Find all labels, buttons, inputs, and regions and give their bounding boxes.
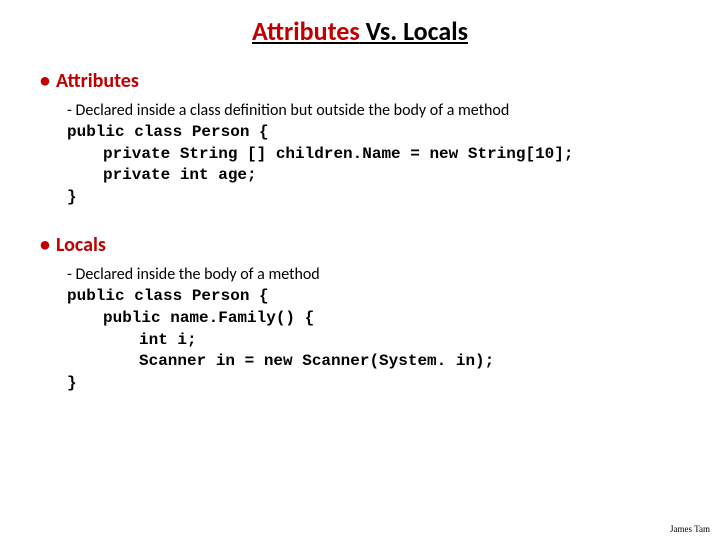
section-header-text: Locals bbox=[56, 233, 106, 257]
code-line: } bbox=[67, 187, 685, 209]
title-red-part: Attributes bbox=[252, 15, 360, 47]
code-block-attributes: public class Person { private String [] … bbox=[67, 122, 685, 208]
section-header-text: Attributes bbox=[56, 69, 139, 93]
bullet-icon: • bbox=[40, 233, 56, 257]
code-line: private int age; bbox=[67, 165, 685, 187]
code-line: } bbox=[67, 373, 685, 395]
code-block-locals: public class Person { public name.Family… bbox=[67, 286, 685, 394]
section-description: - Declared inside a class definition but… bbox=[67, 101, 685, 120]
bullet-icon: • bbox=[40, 69, 56, 93]
code-line: private String [] children.Name = new St… bbox=[67, 144, 685, 166]
section-locals: •Locals - Declared inside the body of a … bbox=[35, 233, 685, 394]
slide-title: Attributes Vs. Locals bbox=[35, 15, 685, 47]
section-attributes: •Attributes - Declared inside a class de… bbox=[35, 69, 685, 208]
section-header-attributes: •Attributes bbox=[40, 69, 685, 93]
code-line: public class Person { bbox=[67, 286, 685, 308]
code-line: int i; bbox=[67, 330, 685, 352]
code-line: public class Person { bbox=[67, 122, 685, 144]
section-header-locals: •Locals bbox=[40, 233, 685, 257]
code-line: Scanner in = new Scanner(System. in); bbox=[67, 351, 685, 373]
code-line: public name.Family() { bbox=[67, 308, 685, 330]
section-description: - Declared inside the body of a method bbox=[67, 265, 685, 284]
title-black-part: Vs. Locals bbox=[360, 15, 468, 47]
footer-author: James Tam bbox=[670, 524, 710, 534]
